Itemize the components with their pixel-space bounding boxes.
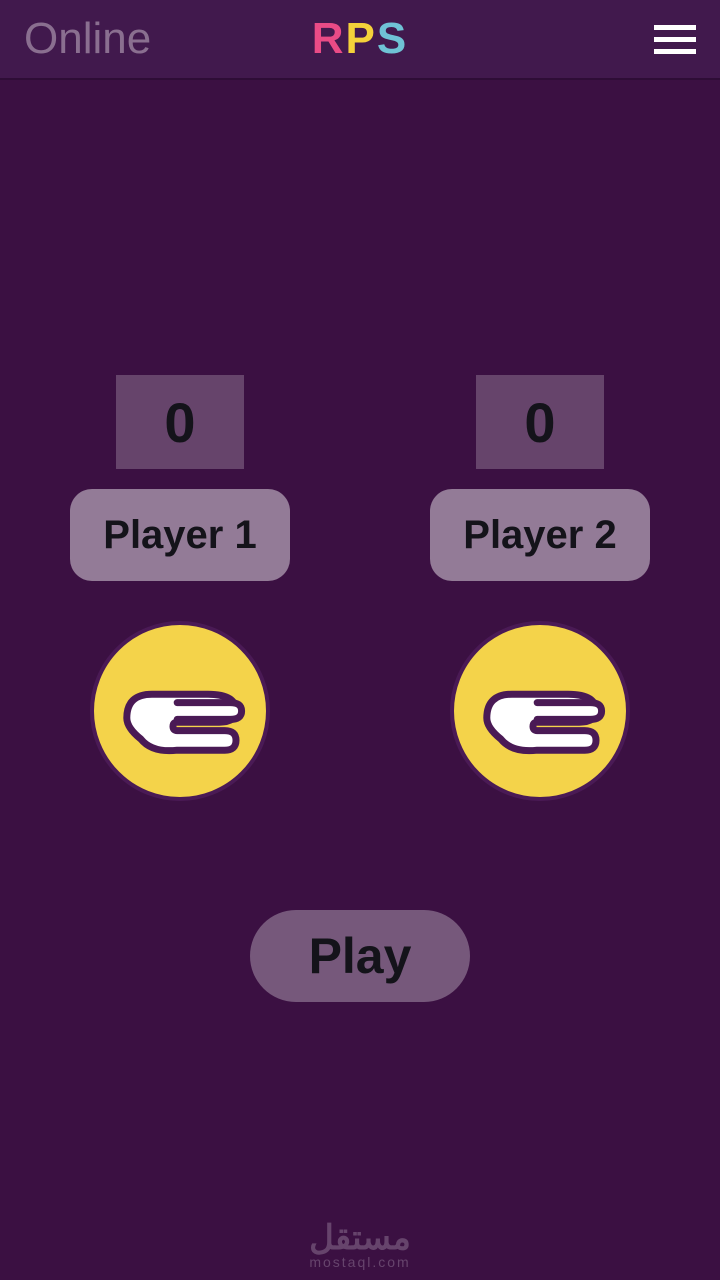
- player-2-score: 0: [476, 375, 604, 469]
- player-2-name[interactable]: Player 2: [430, 489, 650, 581]
- menu-icon[interactable]: [654, 25, 696, 54]
- player-1-panel: 0 Player 1: [70, 375, 290, 801]
- logo-letter-s: S: [377, 14, 408, 63]
- player-1-hand-icon: [90, 621, 270, 801]
- status-label: Online: [24, 14, 151, 64]
- logo-letter-r: R: [312, 14, 346, 63]
- watermark: مستقل mostaql.com: [309, 1223, 411, 1270]
- watermark-arabic: مستقل: [309, 1223, 411, 1254]
- play-button[interactable]: Play: [250, 910, 470, 1002]
- player-1-score: 0: [116, 375, 244, 469]
- app-header: Online RPS: [0, 0, 720, 80]
- game-arena: 0 Player 1 0 Player 2: [0, 375, 720, 801]
- app-logo: RPS: [312, 14, 409, 64]
- player-1-name[interactable]: Player 1: [70, 489, 290, 581]
- logo-letter-p: P: [346, 14, 377, 63]
- player-2-hand-icon: [450, 621, 630, 801]
- player-2-panel: 0 Player 2: [430, 375, 650, 801]
- watermark-latin: mostaql.com: [309, 1254, 411, 1270]
